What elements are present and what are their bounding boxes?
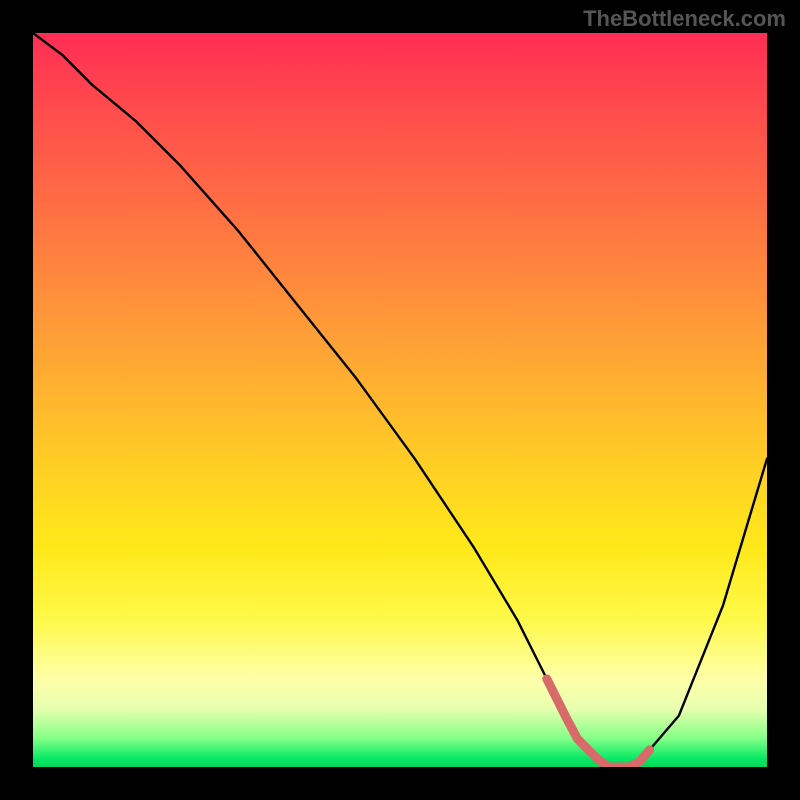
watermark: TheBottleneck.com (583, 6, 786, 32)
chart-plot-area (33, 33, 767, 767)
optimal-range-highlight (547, 679, 650, 767)
bottleneck-curve-line (33, 33, 767, 767)
bottleneck-curve-svg (33, 33, 767, 767)
